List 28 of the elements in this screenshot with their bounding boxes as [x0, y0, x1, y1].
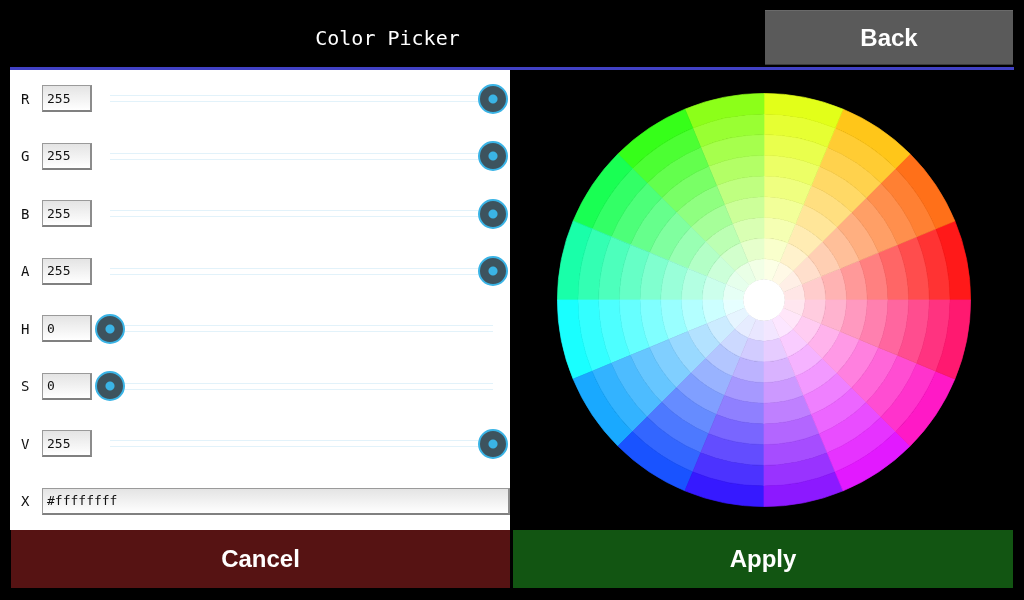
channel-label: V	[20, 435, 31, 452]
hex-field[interactable]: #ffffffff	[42, 487, 510, 515]
slider-thumb[interactable]	[478, 428, 508, 459]
value-field[interactable]: 0	[42, 372, 92, 400]
value-field[interactable]: 255	[42, 200, 92, 228]
back-button[interactable]: Back	[765, 10, 1013, 65]
value-field[interactable]: 255	[42, 257, 92, 285]
slider-thumb[interactable]	[478, 141, 508, 172]
slider-thumb[interactable]	[478, 256, 508, 287]
value-field[interactable]: 255	[42, 142, 92, 170]
apply-button[interactable]: Apply	[513, 530, 1013, 588]
slider-thumb[interactable]	[478, 198, 508, 229]
slider-thumb[interactable]	[95, 371, 125, 402]
screen-title: Color Picker	[314, 24, 461, 52]
value-field[interactable]: 255	[42, 430, 92, 458]
color-wheel[interactable]	[557, 93, 971, 507]
channel-label: B	[20, 205, 31, 222]
channel-label: H	[20, 320, 31, 337]
channel-label: R	[20, 90, 31, 107]
slider-thumb[interactable]	[95, 313, 125, 344]
channel-label: A	[20, 263, 31, 280]
slider-thumb[interactable]	[478, 83, 508, 114]
cancel-button[interactable]: Cancel	[11, 530, 510, 588]
value-field[interactable]: 0	[42, 315, 92, 343]
value-field[interactable]: 255	[42, 85, 92, 113]
channel-label: G	[20, 148, 31, 165]
field-label: X	[20, 493, 31, 510]
channel-label: S	[20, 378, 31, 395]
